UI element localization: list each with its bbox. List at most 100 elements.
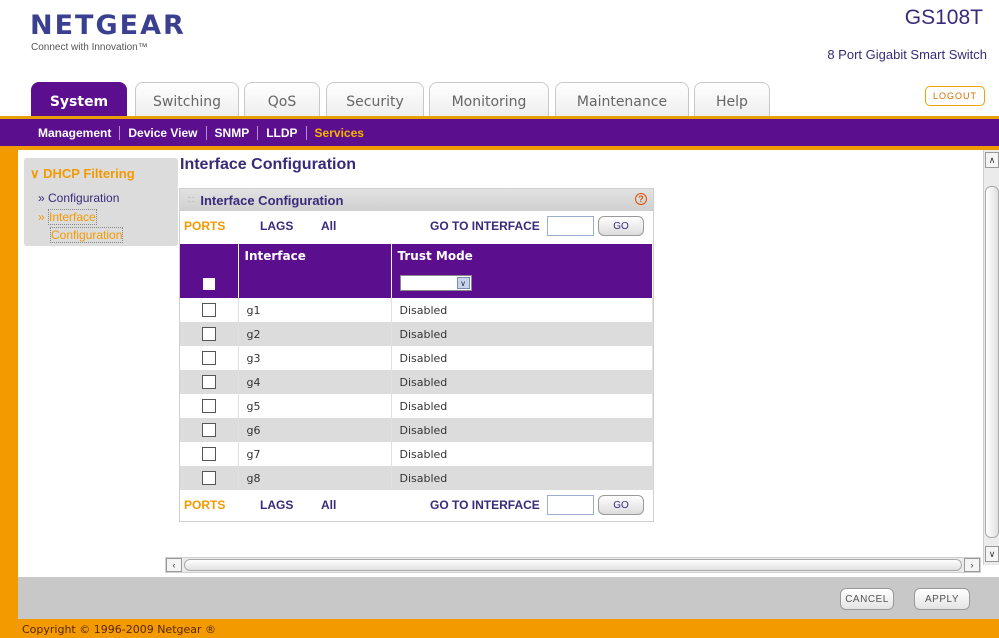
nav-link-label: Configuration [48, 191, 120, 205]
nav-section-label: DHCP Filtering [43, 166, 135, 181]
tab-label: Switching [153, 93, 221, 110]
help-icon[interactable]: ? [635, 193, 647, 205]
chevron-down-icon: ∨ [30, 166, 40, 181]
all-link[interactable]: All [321, 498, 336, 512]
row-select-cell [180, 442, 239, 466]
go-to-interface-label: GO TO INTERFACE [430, 219, 540, 233]
row-checkbox[interactable] [202, 471, 216, 485]
row-checkbox[interactable] [202, 399, 216, 413]
bottom-link-bar: PORTS LAGS All GO TO INTERFACE GO [180, 490, 653, 520]
ports-link[interactable]: PORTS [184, 219, 225, 233]
interface-cell: g5 [238, 394, 392, 418]
all-link[interactable]: All [321, 219, 336, 233]
nav-section-dhcp-filtering[interactable]: ∨ DHCP Filtering [30, 166, 135, 182]
go-to-interface-input[interactable] [547, 495, 594, 515]
vertical-scroll-thumb[interactable] [985, 186, 999, 538]
table-header-row: Interface Trust Mode [180, 244, 653, 268]
row-checkbox[interactable] [202, 423, 216, 437]
vertical-scrollbar[interactable]: ∧ ∨ [983, 150, 999, 565]
table-row: g3 Disabled [180, 346, 653, 370]
logo-tagline: Connect with Innovation™ [31, 42, 148, 53]
tab-system[interactable]: System [31, 82, 127, 120]
chevron-down-icon: ∨ [456, 277, 470, 289]
go-button[interactable]: GO [598, 216, 644, 236]
interface-cell: g6 [238, 418, 392, 442]
select-all-cell [180, 268, 239, 298]
table-row: g6 Disabled [180, 418, 653, 442]
sub-navigation: Management Device View SNMP LLDP Service… [0, 116, 999, 146]
scroll-right-icon[interactable]: › [964, 558, 980, 572]
page-title: Interface Configuration [180, 156, 357, 173]
row-checkbox[interactable] [202, 351, 216, 365]
column-trust-mode-header: Trust Mode [391, 244, 653, 268]
table-row: g4 Disabled [180, 370, 653, 394]
horizontal-scroll-thumb[interactable] [184, 559, 962, 571]
table-row: g1 Disabled [180, 298, 653, 322]
scroll-left-icon[interactable]: ‹ [166, 558, 182, 572]
interface-cell: g8 [238, 466, 392, 490]
row-checkbox[interactable] [202, 327, 216, 341]
row-checkbox[interactable] [202, 375, 216, 389]
row-select-cell [180, 466, 239, 490]
row-select-cell [180, 418, 239, 442]
tab-monitoring[interactable]: Monitoring [429, 82, 549, 120]
apply-button[interactable]: APPLY [914, 588, 970, 610]
interface-cell: g1 [238, 298, 392, 322]
scroll-up-icon[interactable]: ∧ [985, 152, 999, 168]
nav-link-label: Configuration [50, 227, 124, 243]
lags-link[interactable]: LAGS [260, 219, 293, 233]
tab-maintenance[interactable]: Maintenance [555, 82, 689, 120]
table-row: g7 Disabled [180, 442, 653, 466]
row-checkbox[interactable] [202, 447, 216, 461]
trust-mode-cell: Disabled [391, 346, 653, 370]
bulk-interface-cell [238, 268, 392, 298]
ports-link[interactable]: PORTS [184, 498, 225, 512]
tab-label: QoS [267, 93, 297, 110]
trust-mode-cell: Disabled [391, 442, 653, 466]
row-select-cell [180, 298, 239, 322]
lags-link[interactable]: LAGS [260, 498, 293, 512]
scroll-down-icon[interactable]: ∨ [985, 546, 999, 562]
nav-link-configuration[interactable]: » Configuration [38, 191, 119, 205]
subnav-management[interactable]: Management [30, 125, 121, 140]
select-all-checkbox[interactable] [203, 277, 215, 290]
tab-help[interactable]: Help [694, 82, 770, 120]
tab-qos[interactable]: QoS [244, 82, 320, 120]
interface-cell: g2 [238, 322, 392, 346]
nav-link-interface-configuration[interactable]: » Interface [38, 209, 97, 225]
tab-label: Help [716, 93, 748, 110]
trust-mode-select[interactable]: ∨ [399, 275, 472, 291]
horizontal-scrollbar[interactable]: ‹ › [165, 557, 981, 573]
tab-label: Security [346, 93, 404, 110]
interface-table: Interface Trust Mode ∨ g1 Disabled g2 Disab… [180, 244, 653, 490]
trust-mode-cell: Disabled [391, 418, 653, 442]
action-bar: CANCEL APPLY [18, 577, 999, 619]
logout-button[interactable]: LOGOUT [925, 86, 985, 106]
trust-mode-cell: Disabled [391, 370, 653, 394]
subnav-snmp[interactable]: SNMP [207, 125, 259, 140]
subnav-device-view[interactable]: Device View [120, 125, 207, 140]
tab-switching[interactable]: Switching [135, 82, 239, 120]
tab-label: Maintenance [576, 93, 668, 110]
go-button[interactable]: GO [598, 495, 644, 515]
row-select-cell [180, 370, 239, 394]
subnav-services[interactable]: Services [307, 126, 372, 140]
column-interface-header: Interface [238, 244, 392, 268]
cancel-button[interactable]: CANCEL [840, 588, 894, 610]
tab-label: Monitoring [451, 93, 527, 110]
row-checkbox[interactable] [202, 303, 216, 317]
tab-label: System [49, 93, 109, 110]
panel-title: Interface Configuration [200, 192, 344, 208]
nav-link-interface-configuration-line2[interactable]: Configuration [50, 227, 124, 243]
tab-security[interactable]: Security [326, 82, 424, 120]
left-navigation: ∨ DHCP Filtering » Configuration » Inter… [24, 158, 178, 246]
interface-cell: g3 [238, 346, 392, 370]
interface-config-panel: ∷ Interface Configuration ? PORTS LAGS A… [179, 188, 654, 522]
row-select-cell [180, 322, 239, 346]
go-to-interface-input[interactable] [547, 216, 594, 236]
subnav-lldp[interactable]: LLDP [258, 125, 307, 140]
select-all-header [180, 244, 239, 268]
row-select-cell [180, 394, 239, 418]
interface-cell: g4 [238, 370, 392, 394]
trust-mode-cell: Disabled [391, 466, 653, 490]
